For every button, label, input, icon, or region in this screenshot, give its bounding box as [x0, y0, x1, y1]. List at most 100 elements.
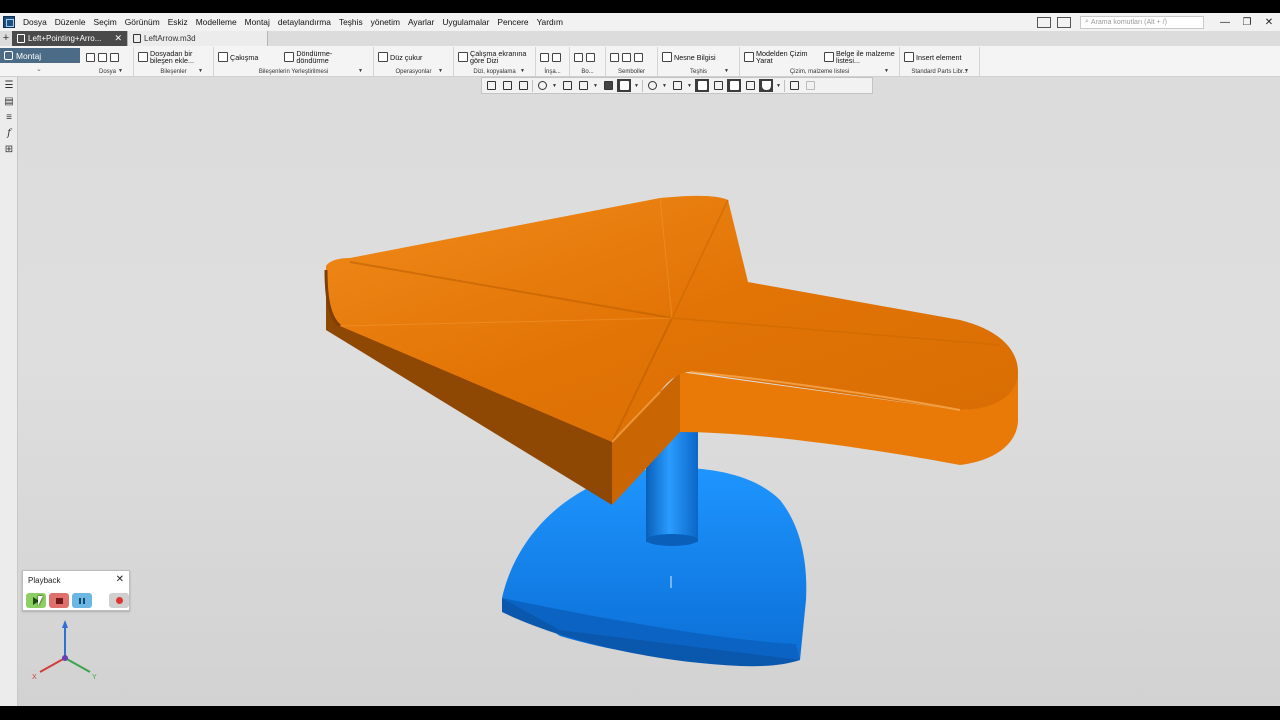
- menu-gorunum[interactable]: Görünüm: [121, 17, 164, 27]
- layers-view-icon[interactable]: [711, 79, 725, 92]
- save-icon[interactable]: [110, 52, 119, 62]
- roughness-symbol-icon[interactable]: [634, 52, 643, 62]
- simple-hole-button[interactable]: Düz çukur: [378, 52, 422, 62]
- menu-bar: Dosya Düzenle Seçim Görünüm Eskiz Modell…: [0, 13, 1280, 31]
- visibility-icon[interactable]: [645, 79, 659, 92]
- object-info-button[interactable]: Nesne Bilgisi: [662, 52, 716, 62]
- screenshot-icon[interactable]: [1057, 16, 1071, 28]
- chevron-down-icon[interactable]: ▼: [551, 83, 558, 89]
- construct-axis-icon[interactable]: [552, 52, 561, 62]
- bom-icon: [824, 52, 834, 62]
- chevron-down-icon[interactable]: ▼: [661, 83, 668, 89]
- menu-uygulamalar[interactable]: Uygulamalar: [438, 17, 493, 27]
- properties-icon[interactable]: ▤: [4, 97, 14, 107]
- new-tab-icon[interactable]: +: [0, 31, 12, 46]
- parameters-icon[interactable]: ⊞: [4, 145, 14, 155]
- thread-symbol-icon[interactable]: [610, 52, 619, 62]
- rotate-button[interactable]: Döndürme-döndürme: [284, 50, 344, 64]
- create-drawing-button[interactable]: Modelden Çizim Yarat: [744, 50, 818, 64]
- leader-symbol-icon[interactable]: [622, 52, 631, 62]
- rotate-view-icon[interactable]: [576, 79, 590, 92]
- pan-icon[interactable]: [560, 79, 574, 92]
- group-dropdown-icon[interactable]: ▼: [520, 68, 525, 74]
- menu-modelleme[interactable]: Modelleme: [192, 17, 241, 27]
- command-search-input[interactable]: ⌕ Arama komutları (Alt + /): [1080, 15, 1204, 29]
- playback-title: Playback: [28, 576, 61, 585]
- insert-element-button[interactable]: Insert element: [904, 52, 962, 62]
- variables-fx-icon[interactable]: f: [4, 129, 14, 139]
- close-window-icon[interactable]: ✕: [1258, 17, 1280, 28]
- tab-left-pointing-arrow[interactable]: Left+Pointing+Arro... ✕: [12, 31, 128, 46]
- group-dropdown-icon[interactable]: ▼: [198, 68, 203, 74]
- chevron-down-icon[interactable]: ▼: [592, 83, 599, 89]
- separator: [532, 79, 533, 92]
- display-options-icon[interactable]: [743, 79, 757, 92]
- bom-button[interactable]: Belge ile malzeme listesi...: [824, 50, 898, 64]
- menu-yardim[interactable]: Yardım: [533, 17, 567, 27]
- hide-icon[interactable]: [670, 79, 684, 92]
- orientation-icon[interactable]: [484, 79, 498, 92]
- triad-x-label: X: [32, 674, 37, 681]
- zoom-icon[interactable]: [535, 79, 549, 92]
- record-button[interactable]: [109, 593, 129, 608]
- tab-leftarrow-m3d[interactable]: LeftArrow.m3d: [128, 31, 268, 46]
- filter-icon[interactable]: [759, 79, 773, 92]
- menu-detaylandirma[interactable]: detaylandırma: [274, 17, 335, 27]
- shaded-cube-icon[interactable]: [601, 79, 615, 92]
- stop-icon: [55, 597, 63, 604]
- group-label: Semboller: [617, 69, 645, 75]
- perspective-icon[interactable]: [727, 79, 741, 92]
- menu-eskiz[interactable]: Eskiz: [164, 17, 192, 27]
- menu-duzenle[interactable]: Düzenle: [51, 17, 90, 27]
- restore-icon[interactable]: ❐: [1236, 17, 1258, 28]
- part-doc-icon: [133, 34, 141, 43]
- selection-settings-icon[interactable]: [787, 79, 801, 92]
- drawing-icon: [744, 52, 754, 62]
- tab-close-icon[interactable]: ✕: [114, 33, 122, 44]
- menu-teshis[interactable]: Teşhis: [335, 17, 367, 27]
- construct-plane-icon[interactable]: [540, 52, 549, 62]
- mate-icon: [218, 52, 228, 62]
- minimize-icon[interactable]: —: [1214, 17, 1236, 28]
- chevron-down-icon[interactable]: ⌄: [36, 65, 42, 73]
- mate-button[interactable]: Çakışma: [218, 52, 258, 62]
- pattern-button[interactable]: Çalışma ekranına göre Dizi: [458, 50, 532, 64]
- menu-dosya[interactable]: Dosya: [19, 17, 51, 27]
- pencil-icon[interactable]: [803, 79, 817, 92]
- section-view-icon[interactable]: [516, 79, 530, 92]
- menu-yonetim[interactable]: yönetim: [367, 17, 404, 27]
- mode-selector-montaj[interactable]: Montaj: [0, 48, 80, 63]
- layers-icon[interactable]: ≡: [4, 113, 14, 123]
- plane-view-icon[interactable]: [500, 79, 514, 92]
- add-component-button[interactable]: Dosyadan bir bileşen ekle...: [138, 50, 204, 64]
- menu-ayarlar[interactable]: Ayarlar: [404, 17, 438, 27]
- group-dropdown-icon[interactable]: ▼: [964, 68, 969, 74]
- chevron-down-icon[interactable]: ▼: [775, 83, 782, 89]
- menu-secim[interactable]: Seçim: [89, 17, 120, 27]
- model-tree-icon[interactable]: ☰: [4, 81, 14, 91]
- chevron-down-icon[interactable]: ▼: [633, 83, 640, 89]
- new-file-icon[interactable]: [86, 52, 95, 62]
- constraints-icon[interactable]: [695, 79, 709, 92]
- open-folder-icon[interactable]: [98, 52, 107, 62]
- group-dropdown-icon[interactable]: ▼: [118, 68, 123, 74]
- play-button[interactable]: [26, 593, 46, 608]
- group-dropdown-icon[interactable]: ▼: [724, 68, 729, 74]
- shading-mode-icon[interactable]: [617, 79, 631, 92]
- menu-pencere[interactable]: Pencere: [493, 17, 532, 27]
- mode-label: Montaj: [16, 50, 42, 61]
- app-logo-icon[interactable]: [3, 16, 15, 28]
- ribbon-group-standard-parts: Insert element Standard Parts Libr... ▼: [900, 47, 980, 76]
- group-dropdown-icon[interactable]: ▼: [358, 68, 363, 74]
- menu-montaj[interactable]: Montaj: [241, 17, 274, 27]
- group-dropdown-icon[interactable]: ▼: [438, 68, 443, 74]
- close-icon[interactable]: ✕: [116, 574, 124, 585]
- measure-icon[interactable]: [586, 52, 595, 62]
- 3d-viewport[interactable]: X Y: [18, 77, 1280, 706]
- group-dropdown-icon[interactable]: ▼: [884, 68, 889, 74]
- pause-button[interactable]: [72, 593, 92, 608]
- chevron-down-icon[interactable]: ▼: [686, 83, 693, 89]
- stop-button[interactable]: [49, 593, 69, 608]
- dimension-icon[interactable]: [574, 52, 583, 62]
- panel-toggle-icon[interactable]: [1037, 16, 1051, 28]
